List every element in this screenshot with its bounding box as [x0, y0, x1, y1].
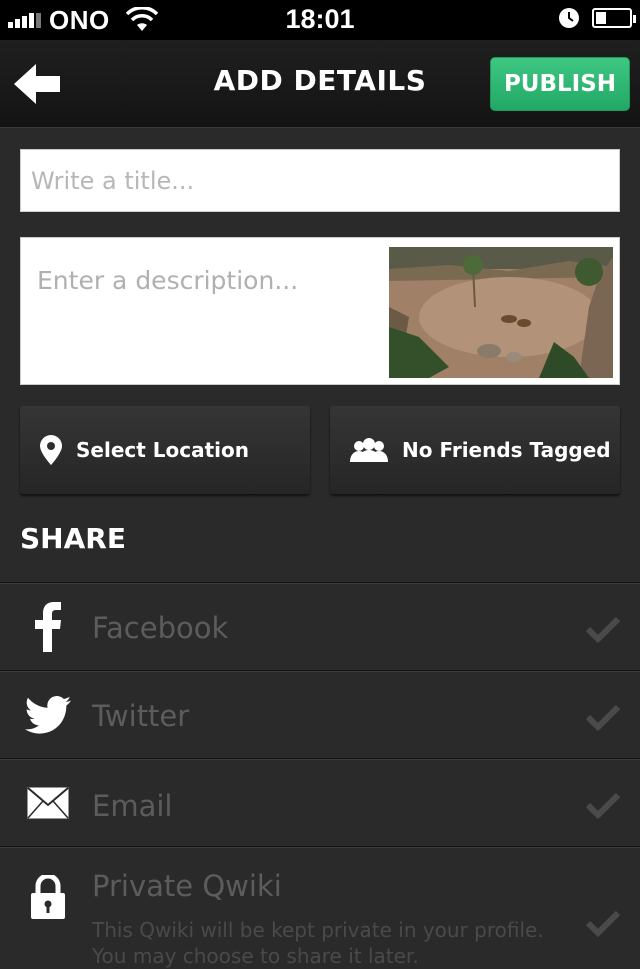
- share-email-label: Email: [92, 789, 173, 823]
- twitter-icon: [24, 685, 72, 745]
- nav-bar: ADD DETAILS PUBLISH: [0, 40, 640, 128]
- share-heading: SHARE: [20, 522, 126, 555]
- envelope-icon: [24, 773, 72, 833]
- share-private-description: This Qwiki will be kept private in your …: [92, 918, 544, 968]
- checkmark-icon: [586, 910, 620, 937]
- publish-button[interactable]: PUBLISH: [490, 57, 630, 111]
- select-location-button[interactable]: Select Location: [20, 406, 310, 494]
- status-bar: ONO 18:01: [0, 0, 640, 40]
- battery-icon: [592, 8, 636, 28]
- description-field[interactable]: Enter a description...: [20, 237, 620, 385]
- checkmark-icon: [586, 616, 620, 643]
- facebook-icon: [24, 597, 72, 657]
- title-input[interactable]: Write a title...: [20, 149, 620, 212]
- share-twitter-row[interactable]: Twitter: [0, 670, 640, 758]
- checkmark-icon: [586, 704, 620, 731]
- map-pin-icon: [40, 435, 62, 465]
- checkmark-icon: [586, 792, 620, 819]
- share-email-row[interactable]: Email: [0, 758, 640, 846]
- tag-friends-label: No Friends Tagged: [402, 438, 611, 462]
- tag-friends-button[interactable]: No Friends Tagged: [330, 406, 620, 494]
- people-icon: [350, 438, 388, 462]
- lock-icon: [24, 867, 72, 927]
- share-private-row[interactable]: Private Qwiki This Qwiki will be kept pr…: [0, 846, 640, 968]
- share-facebook-row[interactable]: Facebook: [0, 582, 640, 670]
- share-facebook-label: Facebook: [92, 611, 229, 645]
- select-location-label: Select Location: [76, 438, 249, 462]
- status-right: [558, 7, 636, 29]
- status-time: 18:01: [285, 4, 355, 34]
- share-private-label: Private Qwiki: [92, 869, 282, 903]
- photo-thumbnail[interactable]: [389, 247, 613, 378]
- zoo-photo-image: [389, 247, 613, 378]
- description-placeholder: Enter a description...: [37, 266, 299, 295]
- alarm-clock-icon: [559, 8, 579, 28]
- share-twitter-label: Twitter: [92, 699, 190, 733]
- battery-level: [596, 12, 606, 24]
